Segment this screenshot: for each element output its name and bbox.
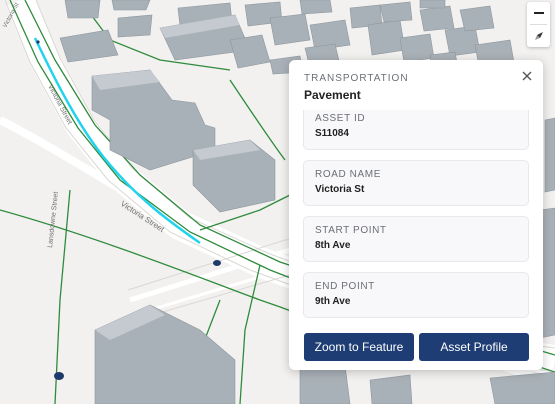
asset-marker[interactable]: [36, 40, 40, 44]
popup-category: TRANSPORTATION: [304, 73, 409, 84]
feature-popup: TRANSPORTATION Pavement ASSET ID S11084 …: [289, 60, 543, 370]
compass-icon: [534, 32, 543, 40]
zoom-to-feature-button[interactable]: Zoom to Feature: [304, 333, 414, 361]
field-value: S11084: [315, 128, 349, 139]
field-value: Victoria St: [315, 184, 365, 195]
close-icon[interactable]: [520, 69, 534, 83]
field-start-point: START POINT 8th Ave: [303, 216, 529, 262]
field-value: 9th Ave: [315, 296, 351, 307]
zoom-out-button[interactable]: [527, 2, 550, 24]
field-value: 8th Ave: [315, 240, 351, 251]
zoom-controls: [527, 2, 550, 47]
field-road-name: ROAD NAME Victoria St: [303, 160, 529, 206]
field-label: ROAD NAME: [315, 169, 381, 180]
asset-marker[interactable]: [213, 260, 221, 266]
compass-button[interactable]: [527, 25, 550, 47]
minus-icon: [533, 12, 544, 14]
asset-profile-button[interactable]: Asset Profile: [419, 333, 529, 361]
field-label: START POINT: [315, 225, 387, 236]
popup-title: Pavement: [304, 88, 361, 102]
field-label: END POINT: [315, 281, 375, 292]
field-asset-id: ASSET ID S11084: [303, 110, 529, 150]
attribute-list[interactable]: ASSET ID S11084 ROAD NAME Victoria St ST…: [303, 110, 529, 327]
asset-marker[interactable]: [54, 372, 64, 380]
field-end-point: END POINT 9th Ave: [303, 272, 529, 318]
field-label: ASSET ID: [315, 113, 366, 124]
